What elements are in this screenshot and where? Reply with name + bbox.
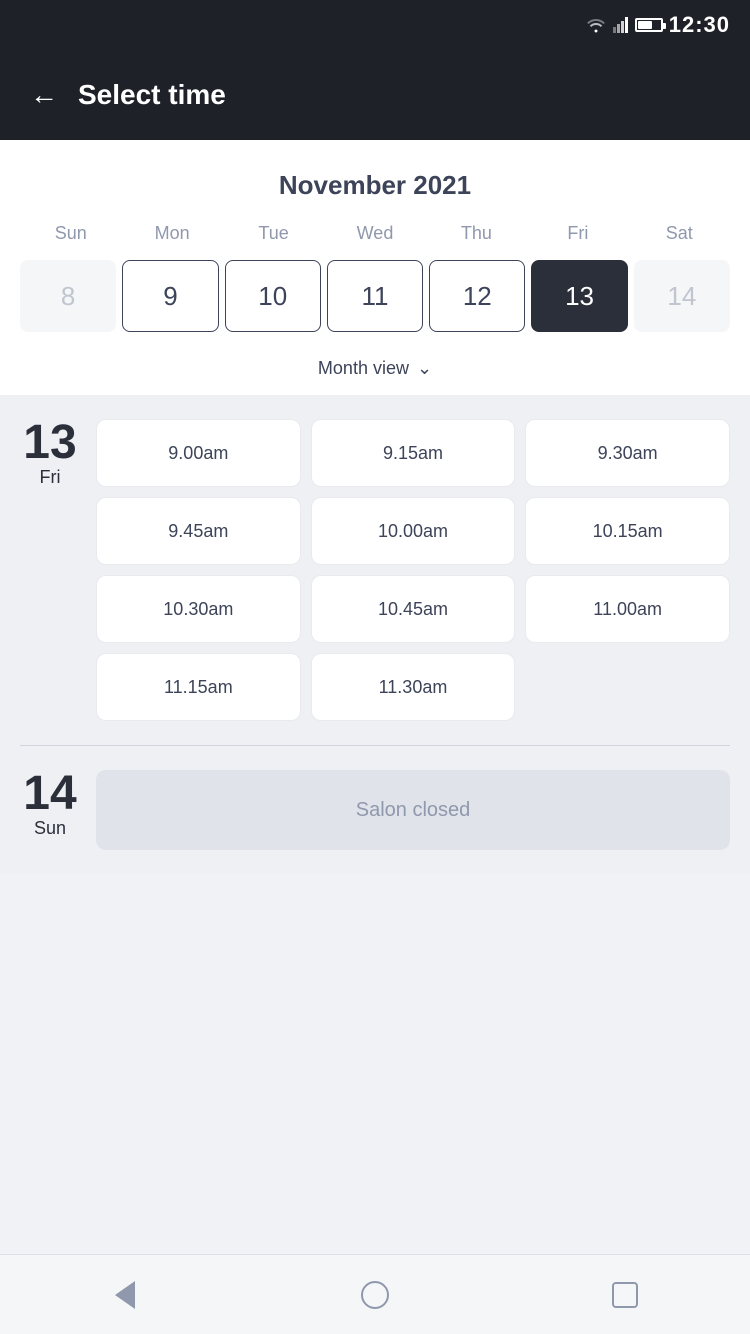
time-section: 13 Fri 9.00am 9.15am 9.30am 9.45am 10.00… bbox=[0, 395, 750, 874]
salon-closed-message: Salon closed bbox=[96, 770, 730, 850]
closed-block-14: 14 Sun Salon closed bbox=[20, 770, 730, 850]
month-view-toggle[interactable]: Month view ⌄ bbox=[20, 346, 730, 395]
time-slot-930am[interactable]: 9.30am bbox=[525, 419, 730, 487]
day-row-13: 13 Fri 9.00am 9.15am 9.30am 9.45am 10.00… bbox=[20, 419, 730, 721]
day-name-14: Sun bbox=[20, 818, 80, 839]
app-header: ← Select time bbox=[0, 50, 750, 140]
date-12[interactable]: 12 bbox=[429, 260, 525, 332]
month-year: November 2021 bbox=[20, 160, 730, 217]
month-view-label: Month view bbox=[318, 358, 409, 379]
bottom-navigation bbox=[0, 1254, 750, 1334]
time-slot-1130am[interactable]: 11.30am bbox=[311, 653, 516, 721]
day-header-mon: Mon bbox=[121, 217, 222, 250]
day-number-13: 13 bbox=[20, 419, 80, 467]
time-slot-1045am[interactable]: 10.45am bbox=[311, 575, 516, 643]
day-header-thu: Thu bbox=[426, 217, 527, 250]
day-header-fri: Fri bbox=[527, 217, 628, 250]
page-title: Select time bbox=[78, 79, 226, 111]
day-header-sun: Sun bbox=[20, 217, 121, 250]
date-14[interactable]: 14 bbox=[634, 260, 730, 332]
calendar-section: November 2021 Sun Mon Tue Wed Thu Fri Sa… bbox=[0, 140, 750, 395]
day-block-13: 13 Fri 9.00am 9.15am 9.30am 9.45am 10.00… bbox=[20, 419, 730, 721]
day-number-14: 14 bbox=[20, 770, 80, 818]
day-name-13: Fri bbox=[20, 467, 80, 488]
status-bar: 12:30 bbox=[0, 0, 750, 50]
time-slot-945am[interactable]: 9.45am bbox=[96, 497, 301, 565]
status-icons: 12:30 bbox=[585, 12, 730, 38]
day-header-wed: Wed bbox=[324, 217, 425, 250]
recents-nav-icon bbox=[612, 1282, 638, 1308]
back-nav-icon bbox=[115, 1281, 135, 1309]
date-13[interactable]: 13 bbox=[531, 260, 627, 332]
signal-icon bbox=[613, 17, 629, 33]
status-time: 12:30 bbox=[669, 12, 730, 38]
time-slot-915am[interactable]: 9.15am bbox=[311, 419, 516, 487]
day-label-13: 13 Fri bbox=[20, 419, 80, 488]
time-slot-1115am[interactable]: 11.15am bbox=[96, 653, 301, 721]
back-button[interactable]: ← bbox=[30, 81, 58, 109]
date-row: 8 9 10 11 12 13 14 bbox=[20, 260, 730, 346]
home-nav-button[interactable] bbox=[357, 1277, 393, 1313]
recents-nav-button[interactable] bbox=[607, 1277, 643, 1313]
time-grid-13: 9.00am 9.15am 9.30am 9.45am 10.00am 10.1… bbox=[96, 419, 730, 721]
home-nav-icon bbox=[361, 1281, 389, 1309]
time-slot-1000am[interactable]: 10.00am bbox=[311, 497, 516, 565]
date-8[interactable]: 8 bbox=[20, 260, 116, 332]
day-block-14: 14 Sun Salon closed bbox=[20, 770, 730, 850]
back-nav-button[interactable] bbox=[107, 1277, 143, 1313]
date-11[interactable]: 11 bbox=[327, 260, 423, 332]
day-label-14: 14 Sun bbox=[20, 770, 80, 839]
time-slot-1100am[interactable]: 11.00am bbox=[525, 575, 730, 643]
day-header-tue: Tue bbox=[223, 217, 324, 250]
time-slot-1015am[interactable]: 10.15am bbox=[525, 497, 730, 565]
wifi-icon bbox=[585, 17, 607, 33]
date-10[interactable]: 10 bbox=[225, 260, 321, 332]
date-9[interactable]: 9 bbox=[122, 260, 218, 332]
chevron-down-icon: ⌄ bbox=[417, 358, 432, 379]
time-slot-1030am[interactable]: 10.30am bbox=[96, 575, 301, 643]
time-slot-900am[interactable]: 9.00am bbox=[96, 419, 301, 487]
day-header-sat: Sat bbox=[629, 217, 730, 250]
section-divider bbox=[20, 745, 730, 746]
battery-icon bbox=[635, 18, 663, 32]
day-headers: Sun Mon Tue Wed Thu Fri Sat bbox=[20, 217, 730, 250]
